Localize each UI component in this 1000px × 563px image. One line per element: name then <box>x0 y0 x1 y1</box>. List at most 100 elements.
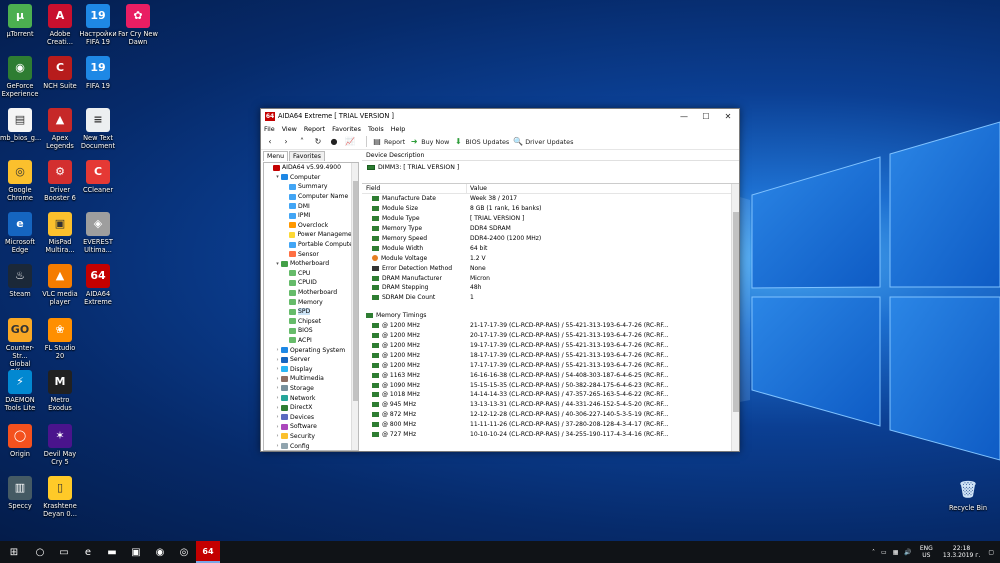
tree-item[interactable]: Computer Name <box>264 192 358 202</box>
grid-scrollbar-thumb[interactable] <box>733 212 739 412</box>
property-row[interactable]: @ 872 MHz 12-12-12-28 (CL-RCD-RP-RAS) / 4… <box>362 410 739 420</box>
property-row[interactable]: Module Voltage 1.2 V <box>362 253 739 263</box>
navigation-tree[interactable]: AIDA64 v5.99.4900 ▾ Computer Summary Compute… <box>263 162 359 451</box>
property-row[interactable]: @ 1090 MHz 15-15-15-35 (CL-RCD-RP-RAS) / … <box>362 380 739 390</box>
tree-item[interactable]: DMI <box>264 201 358 211</box>
minimize-button[interactable]: — <box>673 109 695 123</box>
tree-item[interactable]: SPD <box>264 307 358 317</box>
property-row[interactable]: DRAM Manufacturer Micron <box>362 273 739 283</box>
clock[interactable]: 22:18 13.3.2019 г. <box>943 545 981 559</box>
expander-icon[interactable]: › <box>274 414 281 420</box>
desktop-icon[interactable]: 19 Настройки FIFA 19 <box>78 4 118 46</box>
forward-button[interactable]: › <box>281 137 293 147</box>
aida64-window[interactable]: 64 AIDA64 Extreme [ TRIAL VERSION ] — ☐ … <box>260 108 740 452</box>
tree-item[interactable]: Motherboard <box>264 288 358 298</box>
property-row[interactable]: @ 1200 MHz 20-17-17-39 (CL-RCD-RP-RAS) / … <box>362 331 739 341</box>
expander-icon[interactable]: › <box>274 366 281 372</box>
desktop-icon[interactable]: ▥ Speccy <box>0 476 40 510</box>
tree-item[interactable]: ▾ Computer <box>264 173 358 183</box>
desktop-icon[interactable]: ◎ Google Chrome <box>0 160 40 202</box>
property-row[interactable]: Memory Type DDR4 SDRAM <box>362 224 739 234</box>
property-row[interactable]: @ 1018 MHz 14-14-14-33 (CL-RCD-RP-RAS) / … <box>362 390 739 400</box>
menu-favorites[interactable]: Favorites <box>332 125 361 133</box>
expander-icon[interactable]: ▾ <box>274 174 281 180</box>
property-row[interactable]: DRAM Stepping 48h <box>362 283 739 293</box>
menu-help[interactable]: Help <box>391 125 406 133</box>
tree-item[interactable]: ▾ Motherboard <box>264 259 358 269</box>
taskbar-file-explorer-icon[interactable]: ▬ <box>100 541 124 563</box>
taskbar-search-icon[interactable]: ○ <box>28 541 52 563</box>
tree-item[interactable]: Summary <box>264 182 358 192</box>
desktop-icon[interactable]: ▯ Krashtene Deyan 0... <box>40 476 80 518</box>
tree-item[interactable]: CPUID <box>264 278 358 288</box>
desktop-icon[interactable]: ♨ Steam <box>0 264 40 298</box>
property-row[interactable]: Manufacture Date Week 38 / 2017 <box>362 194 739 204</box>
properties-grid[interactable]: Field Value Manufacture Date Week 38 / 20… <box>362 183 739 451</box>
up-button[interactable]: ˄ <box>297 137 309 147</box>
property-row[interactable]: Module Size 8 GB (1 rank, 16 banks) <box>362 204 739 214</box>
buy-now-button[interactable]: ➜ Buy Now <box>409 137 450 147</box>
desktop-icon[interactable]: ⚙ Driver Booster 6 <box>40 160 80 202</box>
tree-item[interactable]: Portable Computer <box>264 240 358 250</box>
desktop-icon[interactable]: ◉ GeForce Experience <box>0 56 40 98</box>
close-button[interactable]: ✕ <box>717 109 739 123</box>
title-bar[interactable]: 64 AIDA64 Extreme [ TRIAL VERSION ] — ☐ … <box>261 109 739 123</box>
expander-icon[interactable]: › <box>274 443 281 449</box>
property-row[interactable]: @ 945 MHz 13-13-13-31 (CL-RCD-RP-RAS) / 4… <box>362 400 739 410</box>
language-indicator[interactable]: ENG US <box>920 545 933 559</box>
taskbar-task-view-icon[interactable]: ▭ <box>52 541 76 563</box>
tree-item[interactable]: › Storage <box>264 384 358 394</box>
back-button[interactable]: ‹ <box>265 137 277 147</box>
value-column-header[interactable]: Value <box>467 184 487 193</box>
menu-tools[interactable]: Tools <box>368 125 384 133</box>
tree-item[interactable]: › Config <box>264 441 358 450</box>
tree-item[interactable]: Memory <box>264 297 358 307</box>
desktop-icon[interactable]: 64 AIDA64 Extreme <box>78 264 118 306</box>
tree-item[interactable]: › Operating System <box>264 345 358 355</box>
refresh-button[interactable]: ↻ <box>313 137 325 147</box>
tree-item[interactable]: › Server <box>264 355 358 365</box>
tree-scrollbar[interactable] <box>351 163 358 450</box>
field-column-header[interactable]: Field <box>362 184 467 193</box>
menu-view[interactable]: View <box>282 125 297 133</box>
taskbar-chrome-icon[interactable]: ◎ <box>172 541 196 563</box>
expander-icon[interactable]: › <box>274 347 281 353</box>
device-row[interactable]: DIMM3: [ TRIAL VERSION ] <box>362 161 739 173</box>
desktop-icon[interactable]: ▣ MisPad Multira... <box>40 212 80 254</box>
tree-item[interactable]: › Devices <box>264 412 358 422</box>
recycle-bin[interactable]: 🗑 Recycle Bin <box>948 478 988 513</box>
tree-item[interactable]: Sensor <box>264 249 358 259</box>
desktop-icon[interactable]: C CCleaner <box>78 160 118 194</box>
report-button[interactable]: ▤ Report <box>372 137 405 147</box>
property-row[interactable]: @ 727 MHz 10-10-10-24 (CL-RCD-RP-RAS) / 3… <box>362 430 739 440</box>
property-row[interactable]: @ 1163 MHz 16-16-16-38 (CL-RCD-RP-RAS) / … <box>362 370 739 380</box>
tree-item[interactable]: Power Management <box>264 230 358 240</box>
tree-item[interactable]: › Software <box>264 422 358 432</box>
tree-item[interactable]: ACPI <box>264 336 358 346</box>
desktop-icon[interactable]: ▲ Apex Legends <box>40 108 80 150</box>
chevron-up-icon[interactable]: ˄ <box>872 549 875 556</box>
property-row[interactable]: SDRAM Die Count 1 <box>362 293 739 303</box>
bios-updates-button[interactable]: ⬇ BIOS Updates <box>453 137 509 147</box>
expander-icon[interactable]: ▾ <box>274 261 281 267</box>
taskbar-edge-icon[interactable]: e <box>76 541 100 563</box>
expander-icon[interactable]: › <box>274 376 281 382</box>
tree-item[interactable]: › Display <box>264 364 358 374</box>
network-icon[interactable]: ▦ <box>893 549 899 556</box>
expander-icon[interactable]: › <box>274 405 281 411</box>
tab-menu[interactable]: Menu <box>263 151 288 161</box>
taskbar-store-icon[interactable]: ▣ <box>124 541 148 563</box>
tree-item[interactable]: IPMI <box>264 211 358 221</box>
tree-item[interactable]: › DirectX <box>264 403 358 413</box>
tree-item[interactable]: Chipset <box>264 317 358 327</box>
menu-file[interactable]: File <box>264 125 275 133</box>
desktop-icon[interactable]: M Metro Exodus <box>40 370 80 412</box>
property-row[interactable]: Module Type [ TRIAL VERSION ] <box>362 214 739 224</box>
desktop-icon[interactable]: ✿ Far Cry New Dawn <box>118 4 158 46</box>
desktop-icon[interactable]: ▤ mb_bios_g... <box>0 108 41 142</box>
grid-scrollbar[interactable] <box>731 184 739 451</box>
tree-item[interactable]: CPU <box>264 269 358 279</box>
expander-icon[interactable]: › <box>274 385 281 391</box>
desktop-icon[interactable]: ▲ VLC media player <box>40 264 80 306</box>
property-row[interactable]: Memory Speed DDR4-2400 (1200 MHz) <box>362 234 739 244</box>
